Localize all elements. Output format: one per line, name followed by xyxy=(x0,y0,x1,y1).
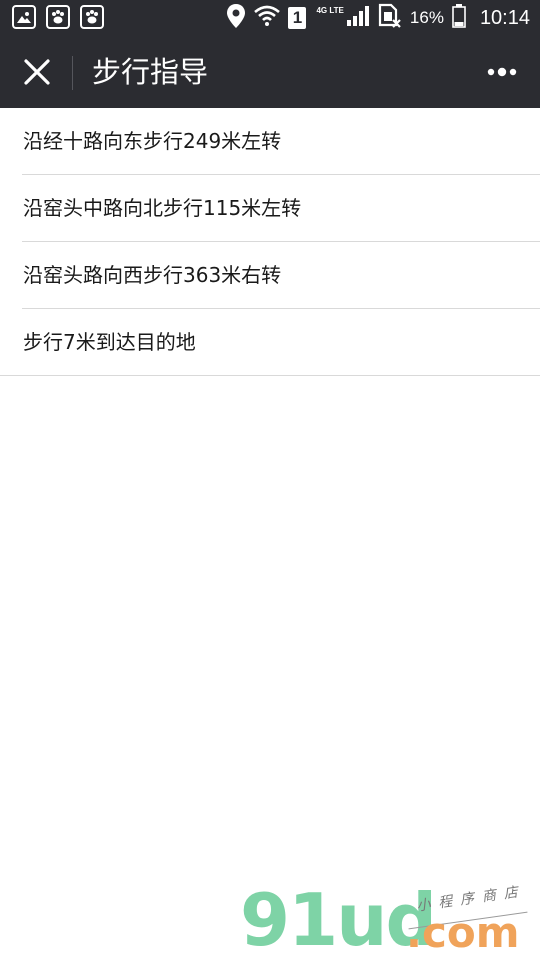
page-title: 步行指导 xyxy=(92,55,209,89)
gallery-icon xyxy=(12,5,36,29)
navigation-bar: 步行指导 xyxy=(0,36,540,108)
sim-slot-badge: 1 xyxy=(288,7,307,29)
baidu-paw-icon xyxy=(46,5,70,29)
battery-percent: 16% xyxy=(409,8,444,27)
screen: 1 4G LTE 16% 10:14 步行指导 沿经十路向东步行249米左转 沿… xyxy=(0,0,540,960)
wifi-icon xyxy=(254,5,281,31)
route-step[interactable]: 沿窑头路向西步行363米右转 xyxy=(0,242,540,309)
route-steps-list: 沿经十路向东步行249米左转 沿窑头中路向北步行115米左转 沿窑头路向西步行3… xyxy=(0,108,540,376)
notification-icons xyxy=(12,5,104,29)
system-status: 1 4G LTE 16% 10:14 xyxy=(226,0,530,36)
watermark-domain: .com xyxy=(406,908,520,957)
status-bar: 1 4G LTE 16% 10:14 xyxy=(0,0,540,36)
no-sim-icon xyxy=(378,3,402,33)
clock: 10:14 xyxy=(479,6,530,29)
route-step[interactable]: 沿窑头中路向北步行115米左转 xyxy=(0,175,540,242)
route-step[interactable]: 步行7米到达目的地 xyxy=(0,309,540,376)
close-button[interactable] xyxy=(12,46,62,98)
nav-divider xyxy=(72,56,73,90)
signal-icon xyxy=(346,5,370,31)
route-step[interactable]: 沿经十路向东步行249米左转 xyxy=(0,108,540,175)
close-icon xyxy=(24,59,50,85)
battery-icon xyxy=(452,4,466,32)
more-dots-icon xyxy=(487,67,517,77)
baidu-paw-icon xyxy=(80,5,104,29)
network-type-label: 4G LTE xyxy=(316,6,344,15)
location-pin-icon xyxy=(226,3,246,33)
watermark-logo: 91ud 小程序商店 .com xyxy=(240,880,540,960)
more-button[interactable] xyxy=(480,54,524,90)
